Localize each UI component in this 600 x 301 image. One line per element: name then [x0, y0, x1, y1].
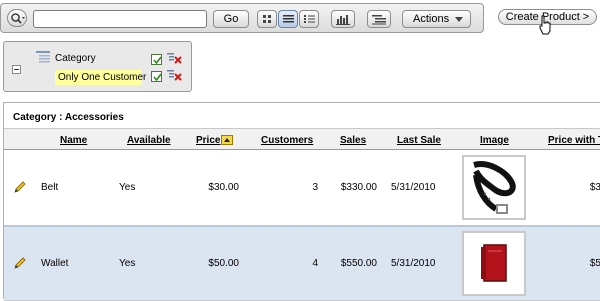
- view-icons-button[interactable]: [257, 10, 277, 28]
- view-group-by-button[interactable]: [367, 10, 391, 28]
- cell-name: Wallet: [41, 258, 69, 269]
- report-region: Category : Accessories Name Available Pr…: [3, 102, 600, 301]
- cell-customers: 3: [312, 182, 318, 193]
- filter-enable-checkbox[interactable]: [151, 71, 162, 82]
- checkmark-icon: [153, 56, 162, 65]
- column-header-price-with-tax[interactable]: Price with Tax: [548, 135, 600, 147]
- cell-name: Belt: [41, 182, 59, 193]
- table-row: Belt Yes $30.00 3 $330.00 5/31/2010 $3: [4, 151, 600, 226]
- hand-cursor-icon: [539, 15, 551, 35]
- wallet-image: [481, 244, 507, 282]
- control-break-heading: Category : Accessories: [13, 112, 124, 123]
- control-break-icon: [36, 51, 50, 63]
- cell-last-sale: 5/31/2010: [391, 258, 436, 269]
- cell-price: $50.00: [208, 258, 239, 269]
- group-by-view-icon: [372, 15, 386, 25]
- filter-enable-checkbox[interactable]: [151, 54, 162, 65]
- sort-ascending-icon: [221, 135, 233, 145]
- cell-available: Yes: [119, 182, 136, 193]
- chart-view-icon: [336, 15, 350, 25]
- actions-menu-button[interactable]: Actions: [402, 10, 471, 28]
- actions-label: Actions: [413, 13, 450, 25]
- view-report-button[interactable]: [278, 10, 298, 28]
- cell-available: Yes: [119, 258, 136, 269]
- view-detail-button[interactable]: [299, 10, 319, 28]
- column-header-image[interactable]: Image: [480, 135, 509, 147]
- search-toolbar: Go Actions: [0, 3, 484, 33]
- cell-price-with-tax: $3: [589, 182, 600, 193]
- product-image-wallet[interactable]: [462, 231, 526, 296]
- search-icon: [11, 13, 25, 24]
- column-header-price[interactable]: Price: [196, 135, 220, 147]
- cell-price: $30.00: [208, 182, 239, 193]
- cell-sales: $550.00: [340, 258, 377, 269]
- chevron-down-icon: [455, 17, 463, 22]
- collapse-toggle-icon[interactable]: [12, 65, 21, 74]
- cell-customers: 4: [312, 258, 318, 269]
- icons-view-icon: [263, 15, 271, 23]
- table-row: Wallet Yes $50.00 4 $550.00 5/31/2010 $5: [4, 226, 600, 301]
- column-header-sales[interactable]: Sales: [340, 135, 366, 147]
- column-header-name[interactable]: Name: [60, 135, 87, 147]
- column-header-customers[interactable]: Customers: [261, 135, 313, 147]
- detail-view-icon: [304, 15, 315, 23]
- pencil-edit-icon[interactable]: [13, 256, 27, 270]
- view-chart-button[interactable]: [331, 10, 355, 28]
- column-header-last-sale[interactable]: Last Sale: [397, 135, 441, 147]
- product-image-belt[interactable]: [462, 155, 526, 220]
- pencil-edit-icon[interactable]: [13, 180, 27, 194]
- search-columns-button[interactable]: [7, 9, 27, 27]
- report-view-icon: [283, 15, 294, 23]
- cell-price-with-tax: $5: [589, 258, 600, 269]
- cell-last-sale: 5/31/2010: [391, 182, 436, 193]
- filter-label-only-one-customer[interactable]: Only One Customer: [55, 70, 146, 85]
- cell-sales: $330.00: [340, 182, 377, 193]
- filter-label-category[interactable]: Category: [55, 53, 96, 65]
- report-control-panel: Category Only One Customer: [3, 41, 192, 92]
- remove-filter-icon[interactable]: [167, 52, 183, 65]
- table-header-row: Name Available Price Customers Sales Las…: [4, 128, 600, 150]
- remove-filter-icon[interactable]: [167, 69, 183, 82]
- belt-image: [473, 161, 516, 214]
- search-input[interactable]: [33, 10, 207, 28]
- column-header-available[interactable]: Available: [127, 135, 171, 147]
- checkmark-icon: [153, 73, 162, 82]
- go-button[interactable]: Go: [213, 10, 249, 28]
